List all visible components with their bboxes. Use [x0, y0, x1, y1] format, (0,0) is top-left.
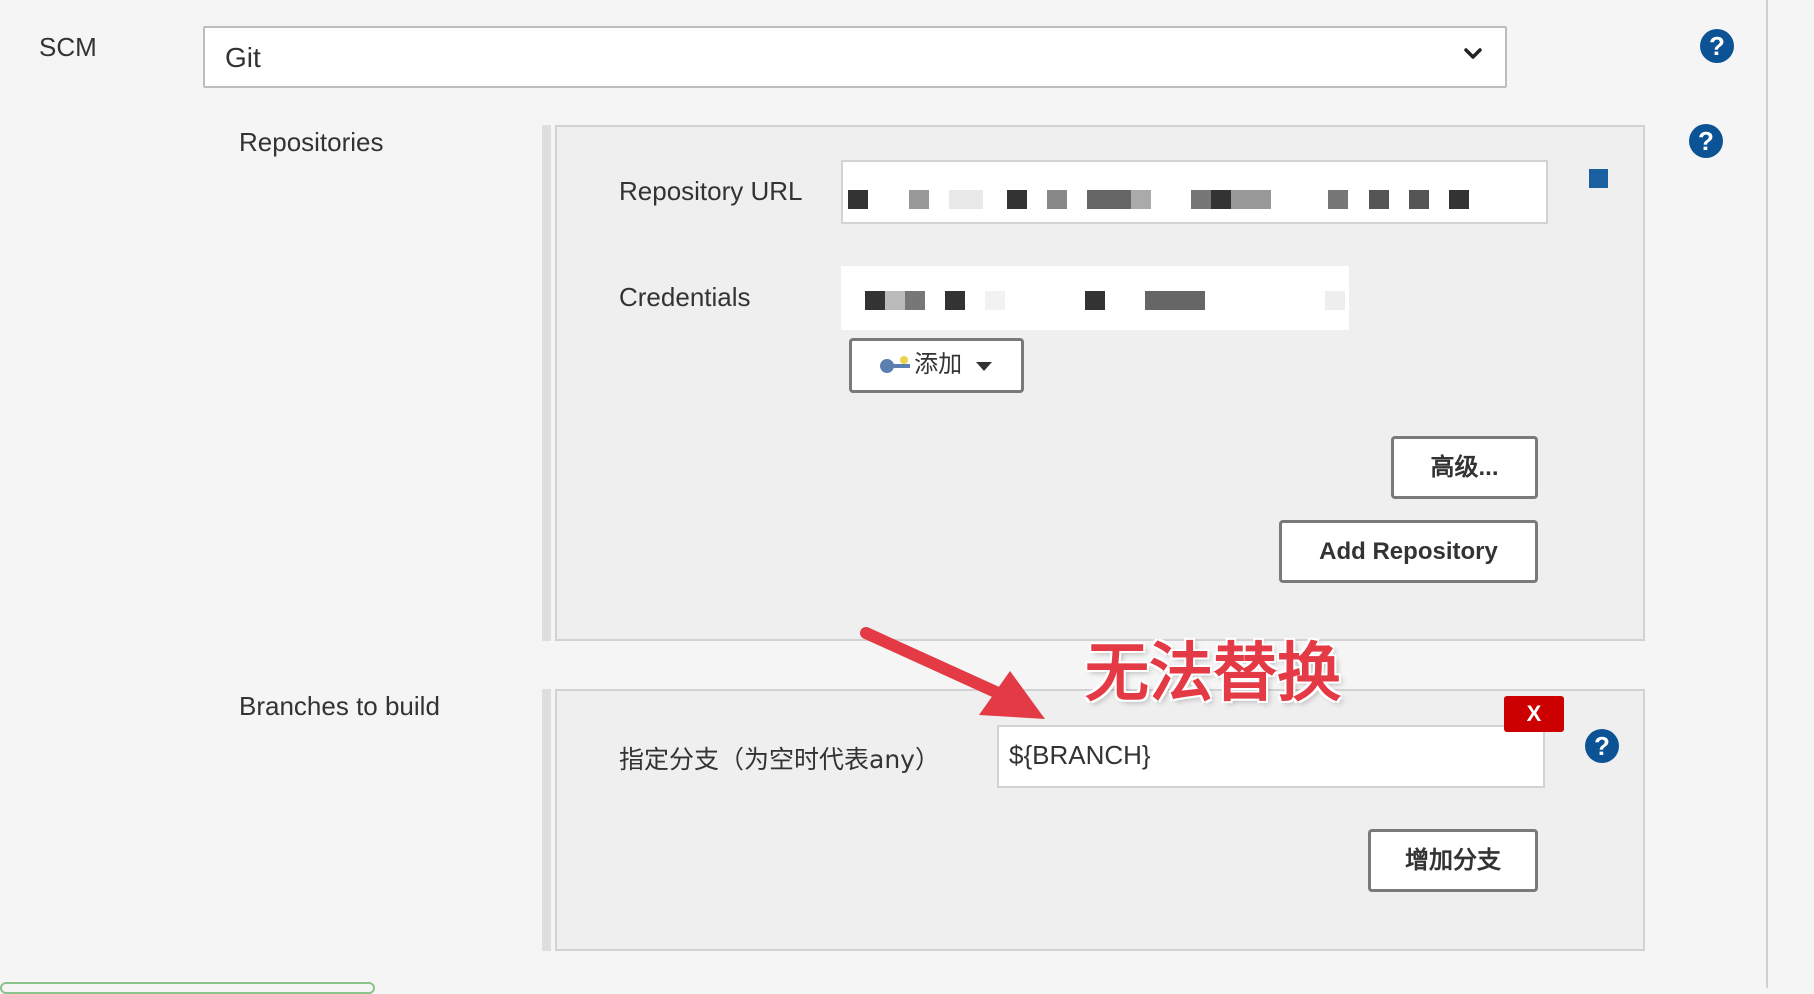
- branch-specifier-label: 指定分支（为空时代表any）: [619, 745, 940, 774]
- scm-select[interactable]: Git: [203, 26, 1507, 88]
- help-icon[interactable]: ?: [1700, 29, 1734, 63]
- scm-label: SCM: [39, 32, 97, 62]
- redacted-text: [1145, 291, 1205, 310]
- redacted-text: [1087, 190, 1131, 209]
- redacted-text: [1131, 190, 1151, 209]
- redacted-text: [985, 291, 1005, 310]
- redacted-text: [1191, 190, 1211, 209]
- redacted-text: [909, 190, 929, 209]
- page-border: [1766, 0, 1768, 988]
- redacted-text: [1007, 190, 1027, 209]
- redacted-text: [949, 190, 983, 209]
- redacted-text: [865, 291, 885, 310]
- branch-specifier-input[interactable]: ${BRANCH}: [997, 725, 1545, 788]
- caret-down-icon: [975, 361, 992, 371]
- redacted-text: [945, 291, 965, 310]
- section-divider: [542, 125, 551, 641]
- redacted-text: [1369, 190, 1389, 209]
- add-branch-button[interactable]: 增加分支: [1368, 829, 1538, 892]
- chevron-down-icon: [1464, 48, 1482, 59]
- redacted-text: [1325, 291, 1345, 310]
- branches-label: Branches to build: [239, 691, 440, 721]
- redacted-text: [1047, 190, 1067, 209]
- repository-url-input[interactable]: [841, 160, 1548, 224]
- redacted-text: [1409, 190, 1429, 209]
- delete-branch-button[interactable]: X: [1504, 696, 1564, 732]
- redacted-text: [1231, 190, 1271, 209]
- credentials-label: Credentials: [619, 282, 751, 312]
- add-credentials-button[interactable]: 添加: [849, 338, 1024, 393]
- redacted-text: [1085, 291, 1105, 310]
- redacted-text: [1211, 190, 1231, 209]
- bottom-tab-edge: [0, 982, 375, 994]
- redacted-text: [905, 291, 925, 310]
- annotation-text: 无法替换: [1085, 637, 1341, 711]
- key-icon: [880, 355, 912, 376]
- add-credentials-label: 添加: [914, 351, 963, 378]
- annotation-arrow: [860, 627, 1045, 719]
- help-icon[interactable]: ?: [1585, 729, 1619, 763]
- repository-url-label: Repository URL: [619, 176, 803, 206]
- section-divider: [542, 689, 551, 951]
- credentials-select[interactable]: [841, 266, 1349, 330]
- advanced-button[interactable]: 高级...: [1391, 436, 1538, 499]
- redacted-text: [885, 291, 905, 310]
- repositories-label: Repositories: [239, 127, 384, 157]
- redacted-text: [1449, 190, 1469, 209]
- redacted-text: [848, 190, 868, 209]
- add-repository-button[interactable]: Add Repository: [1279, 520, 1538, 583]
- scm-selected-value: Git: [225, 42, 261, 73]
- help-icon[interactable]: ?: [1689, 124, 1723, 158]
- status-indicator: [1589, 169, 1608, 188]
- redacted-text: [1328, 190, 1348, 209]
